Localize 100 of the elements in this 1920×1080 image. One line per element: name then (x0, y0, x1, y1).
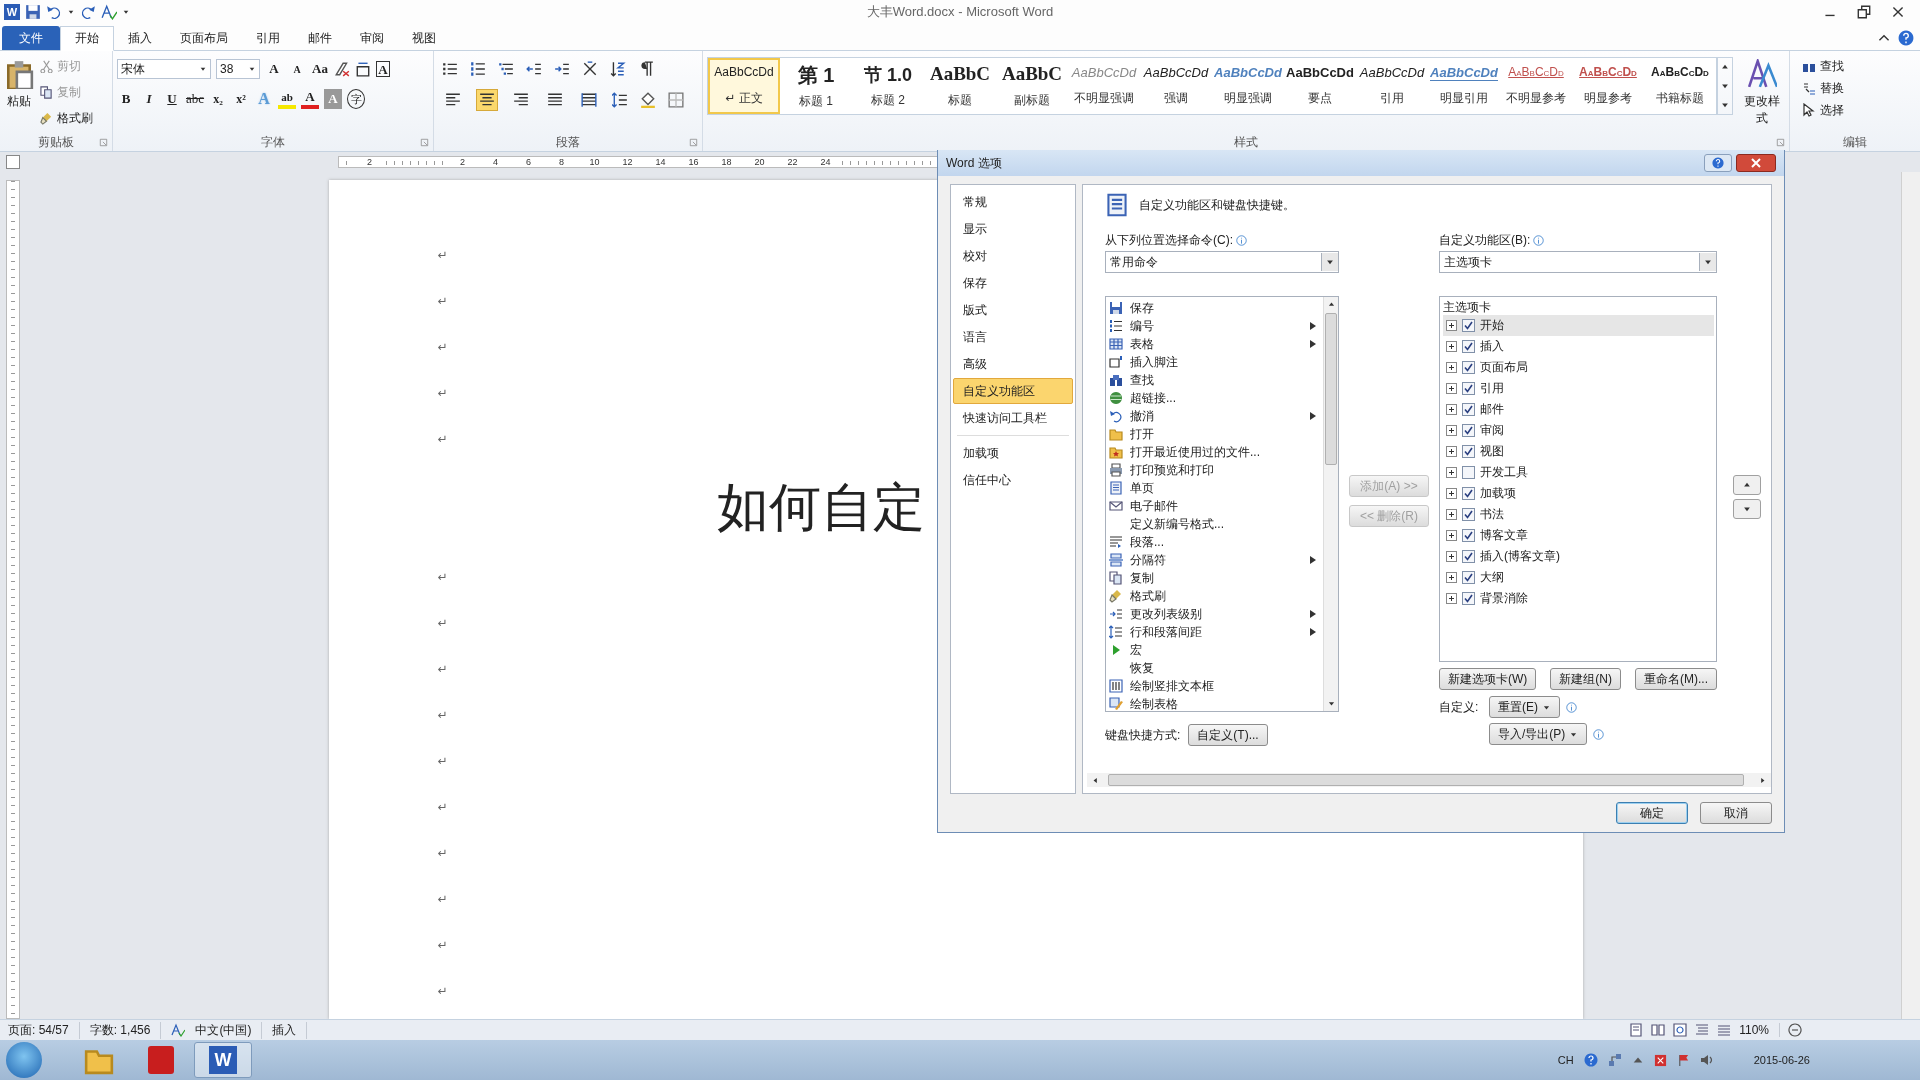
input-language[interactable]: CH (1557, 1054, 1574, 1066)
ribbon-tab[interactable]: 页面布局 (166, 26, 242, 50)
ribbon-tab[interactable]: 引用 (242, 26, 294, 50)
spell-icon[interactable] (101, 4, 117, 20)
close-button[interactable] (1736, 154, 1776, 172)
tree-item[interactable]: 页面布局 (1443, 357, 1714, 378)
ribbon-tab[interactable]: 邮件 (294, 26, 346, 50)
command-item[interactable]: 电子邮件 (1108, 497, 1323, 515)
command-item[interactable]: 编号 (1108, 317, 1323, 335)
format-button[interactable]: abc (186, 89, 205, 109)
command-item[interactable]: 表格 (1108, 335, 1323, 353)
help-button[interactable] (1704, 154, 1732, 172)
multilevel-icon[interactable] (498, 61, 514, 77)
tree-item[interactable]: 加载项 (1443, 483, 1714, 504)
style-item[interactable]: AaBbCcDd 不明显参考 (1500, 58, 1572, 114)
nav-item[interactable]: 保存 (953, 270, 1073, 296)
checkbox[interactable] (1462, 571, 1475, 584)
expand-icon[interactable] (1446, 425, 1457, 436)
commands-source-dropdown[interactable]: 常用命令 (1105, 251, 1339, 273)
status-item[interactable]: 中文(中国) (195, 1021, 263, 1039)
ribbon-tab[interactable]: 开始 (60, 26, 114, 51)
expand-icon[interactable] (1446, 404, 1457, 415)
command-item[interactable]: 查找 (1108, 371, 1323, 389)
vertical-scrollbar[interactable] (1901, 172, 1920, 1019)
format-button[interactable]: ab (278, 89, 297, 109)
pilcrow-icon[interactable] (638, 61, 654, 77)
tree-item[interactable]: 插入 (1443, 336, 1714, 357)
expand-icon[interactable] (1446, 320, 1457, 331)
command-item[interactable]: 绘制表格 (1108, 695, 1323, 711)
tree-action-button[interactable]: 重命名(M)... (1635, 668, 1717, 690)
expand-icon[interactable] (1446, 509, 1457, 520)
clock-date[interactable]: 2015-06-26 (1753, 1054, 1810, 1066)
checkbox[interactable] (1462, 424, 1475, 437)
reading-icon[interactable] (1651, 1023, 1666, 1037)
import-export-button[interactable]: 导入/导出(P) (1489, 723, 1588, 745)
app-logo[interactable]: W (4, 4, 20, 20)
nav-item[interactable]: 高级 (953, 351, 1073, 377)
align-button[interactable] (476, 89, 498, 111)
zoom-out-icon[interactable] (1788, 1023, 1802, 1037)
save-icon[interactable] (25, 4, 41, 20)
font-name-field[interactable]: 宋体 (117, 59, 211, 79)
nav-item[interactable]: 版式 (953, 297, 1073, 323)
expand-icon[interactable] (1446, 446, 1457, 457)
command-item[interactable]: 撤消 (1108, 407, 1323, 425)
reset-button[interactable]: 重置(E) (1489, 696, 1560, 718)
font-tool-button[interactable]: A (376, 61, 390, 77)
style-item[interactable]: AaBbC 标题 (924, 58, 996, 114)
tree-item[interactable]: 博客文章 (1443, 525, 1714, 546)
caret-icon[interactable] (122, 8, 130, 16)
expand-icon[interactable] (1446, 572, 1457, 583)
zoom-level[interactable]: 110% (1739, 1023, 1780, 1037)
font-tool-button[interactable]: Aa (311, 59, 329, 79)
ribbon-tab[interactable]: 文件 (2, 26, 60, 50)
command-item[interactable]: 绘制竖排文本框 (1108, 677, 1323, 695)
style-item[interactable]: AaBbCcDd 明显参考 (1572, 58, 1644, 114)
expand-icon[interactable] (1446, 530, 1457, 541)
nav-item[interactable]: 信任中心 (953, 467, 1073, 493)
help-icon[interactable] (1898, 30, 1914, 46)
nav-item[interactable]: 常规 (953, 189, 1073, 215)
checkbox[interactable] (1462, 466, 1475, 479)
command-item[interactable]: 打开最近使用过的文件... (1108, 443, 1323, 461)
expand-icon[interactable] (1446, 362, 1457, 373)
editing-button[interactable]: 查找 (1802, 55, 1916, 77)
nav-item[interactable]: 自定义功能区 (953, 378, 1073, 404)
command-item[interactable]: 单页 (1108, 479, 1323, 497)
horizontal-ruler[interactable]: 2 2 4 6 8 10 12 14 16 18 20 22 24 (338, 156, 938, 168)
tree-item[interactable]: 书法 (1443, 504, 1714, 525)
tree-item[interactable]: 开始 (1443, 315, 1714, 336)
spacing-icon[interactable] (612, 92, 628, 108)
command-item[interactable]: 更改列表级别 (1108, 605, 1323, 623)
close-icon[interactable] (1890, 4, 1906, 20)
tree-item[interactable]: 开发工具 (1443, 462, 1714, 483)
move-down-button[interactable] (1733, 499, 1761, 519)
style-item[interactable]: AaBbCcDd 引用 (1356, 58, 1428, 114)
start-button[interactable] (6, 1042, 42, 1078)
word-app-button[interactable]: W (194, 1042, 252, 1078)
format-button[interactable]: I (140, 89, 158, 109)
command-item[interactable]: 段落... (1108, 533, 1323, 551)
ok-button[interactable]: 确定 (1616, 802, 1688, 824)
ribbon-tab[interactable]: 视图 (398, 26, 450, 50)
format-button[interactable]: x² (232, 89, 251, 109)
checkbox[interactable] (1462, 550, 1475, 563)
style-item[interactable]: AaBbCcDd 要点 (1284, 58, 1356, 114)
status-item[interactable]: 字数: 1,456 (89, 1021, 162, 1039)
nav-item[interactable]: 快速访问工具栏 (953, 405, 1073, 431)
command-item[interactable]: 定义新编号格式... (1108, 515, 1323, 533)
flag-icon[interactable] (1676, 1053, 1690, 1067)
format-button[interactable]: U (163, 89, 181, 109)
command-item[interactable]: 打印预览和打印 (1108, 461, 1323, 479)
style-item[interactable]: AaBbCcDd ↵ 正文 (708, 58, 780, 114)
expand-icon[interactable] (1446, 383, 1457, 394)
horizontal-scrollbar[interactable] (1087, 773, 1771, 787)
speaker-icon[interactable] (1699, 1053, 1714, 1067)
list-scrollbar[interactable] (1323, 297, 1338, 711)
status-item[interactable]: 插入 (272, 1021, 308, 1039)
web-layout-icon[interactable] (1673, 1023, 1688, 1037)
expand-icon[interactable] (1446, 341, 1457, 352)
command-item[interactable]: 行和段落间距 (1108, 623, 1323, 641)
help-icon[interactable] (1583, 1053, 1598, 1067)
style-item[interactable]: 节 1.0 标题 2 (852, 58, 924, 114)
